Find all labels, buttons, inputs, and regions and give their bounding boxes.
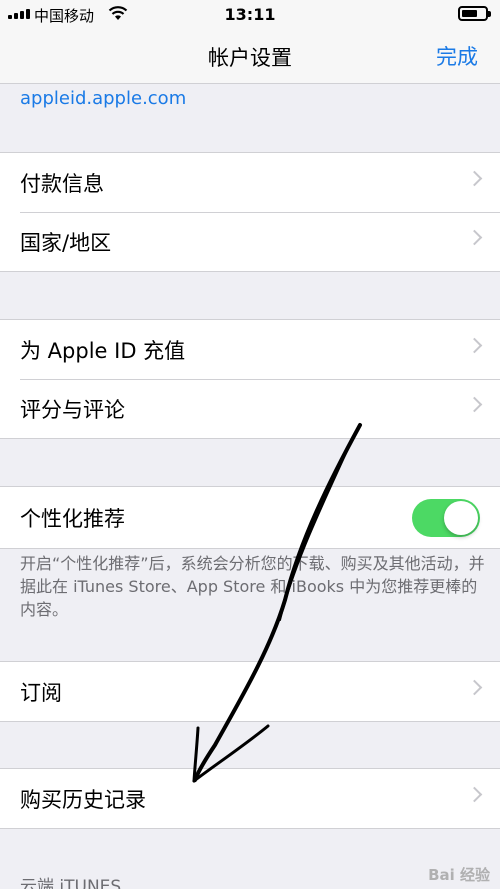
topup-appleid-row[interactable]: 为 Apple ID 充值	[0, 320, 500, 379]
ratings-reviews-label: 评分与评论	[20, 397, 125, 422]
appleid-link[interactable]: appleid.apple.com	[20, 88, 186, 109]
chevron-right-icon	[466, 786, 483, 803]
country-region-row[interactable]: 国家/地区	[0, 212, 500, 271]
personalized-recommendations-label: 个性化推荐	[20, 506, 125, 531]
personalized-recommendations-toggle[interactable]	[412, 499, 480, 537]
personalized-recommendations-row: 个性化推荐	[0, 487, 500, 548]
battery-icon	[458, 6, 491, 21]
toggle-knob	[444, 501, 478, 535]
payment-info-row[interactable]: 付款信息	[0, 153, 500, 212]
navigation-bar: 帐户设置 完成	[0, 28, 500, 84]
status-bar: 中国移动 13:11	[0, 0, 500, 28]
page-title: 帐户设置	[208, 46, 292, 70]
status-time: 13:11	[224, 5, 276, 24]
appleid-link-area: appleid.apple.com	[0, 84, 500, 152]
chevron-right-icon	[466, 396, 483, 413]
purchase-history-row[interactable]: 购买历史记录	[0, 769, 500, 828]
payment-region-group: 付款信息 国家/地区	[0, 152, 500, 272]
subscriptions-group: 订阅	[0, 661, 500, 722]
personalization-footnote: 开启“个性化推荐”后，系统会分析您的下载、购买及其他活动，并据此在 iTunes…	[20, 554, 485, 619]
payment-info-label: 付款信息	[20, 171, 104, 196]
ratings-reviews-row[interactable]: 评分与评论	[0, 379, 500, 438]
itunes-cloud-section-header: 云端 iTUNES	[20, 877, 122, 889]
topup-appleid-label: 为 Apple ID 充值	[20, 338, 186, 363]
purchase-history-group: 购买历史记录	[0, 768, 500, 829]
chevron-right-icon	[466, 679, 483, 696]
subscriptions-label: 订阅	[20, 680, 62, 705]
chevron-right-icon	[466, 337, 483, 354]
done-button[interactable]: 完成	[436, 41, 478, 71]
battery-level	[462, 10, 477, 17]
personalization-group: 个性化推荐	[0, 486, 500, 549]
chevron-right-icon	[466, 170, 483, 187]
watermark: Bai 经验	[428, 866, 490, 884]
chevron-right-icon	[466, 229, 483, 246]
subscriptions-row[interactable]: 订阅	[0, 662, 500, 721]
topup-ratings-group: 为 Apple ID 充值 评分与评论	[0, 319, 500, 439]
purchase-history-label: 购买历史记录	[20, 787, 146, 812]
country-region-label: 国家/地区	[20, 230, 112, 255]
